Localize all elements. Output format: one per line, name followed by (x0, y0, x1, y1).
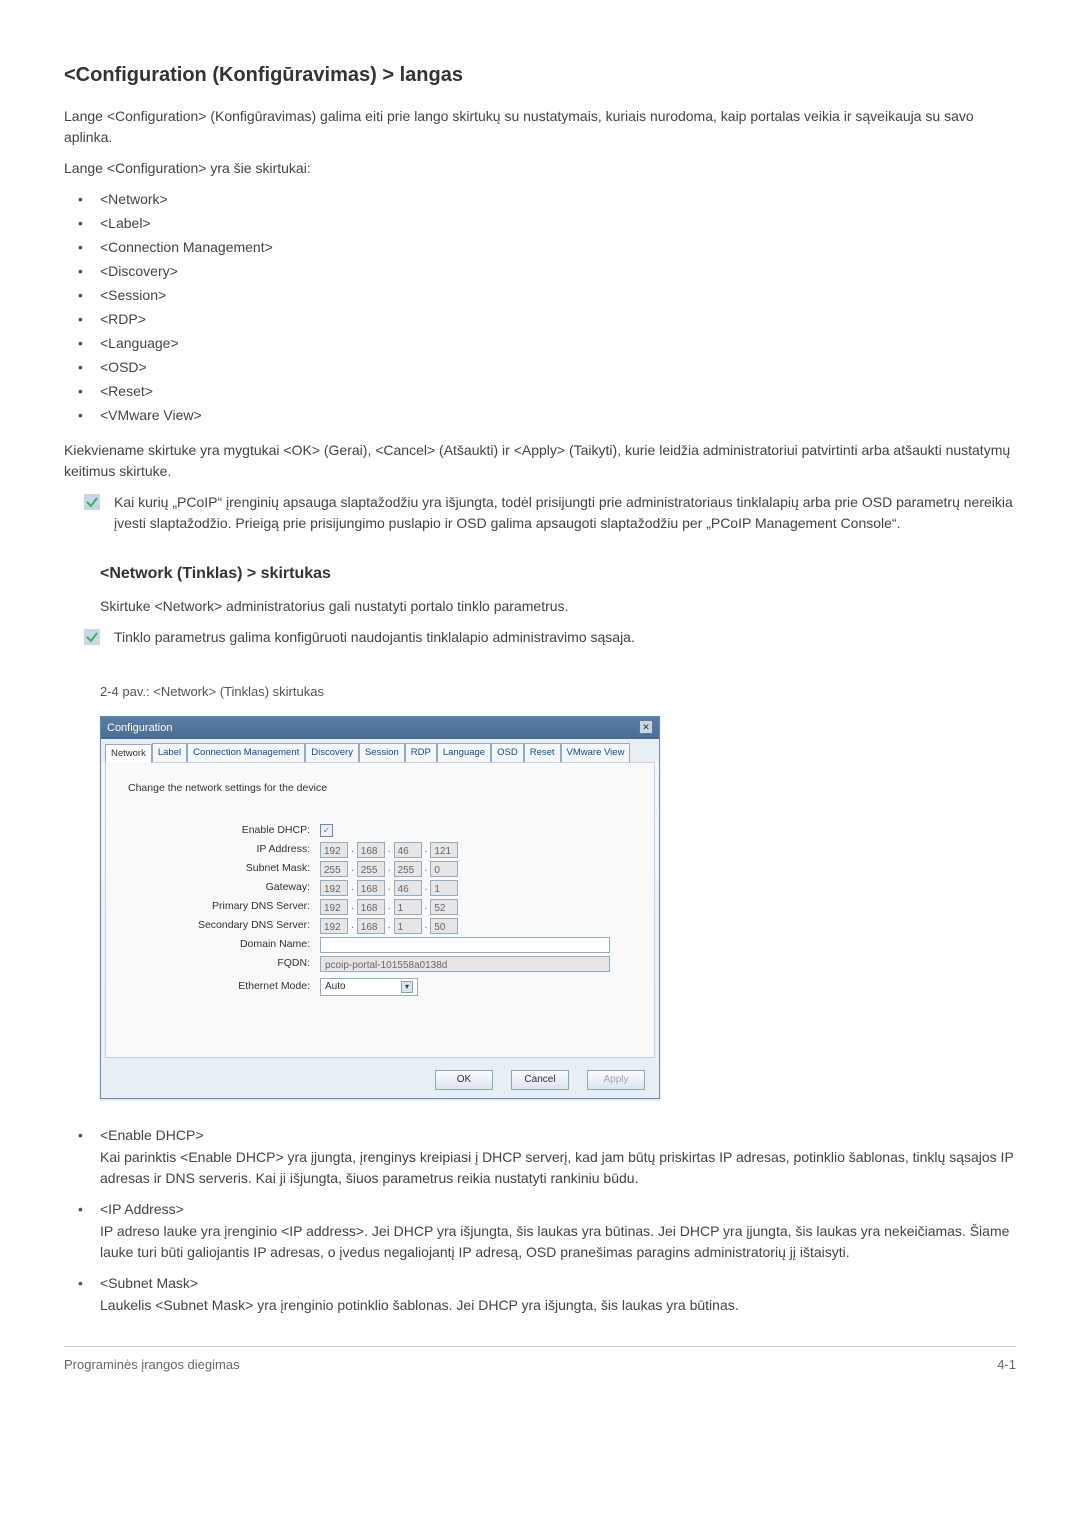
gateway-field[interactable]: 192. 168. 46. 1 (320, 880, 458, 896)
label-ethernet-mode: Ethernet Mode: (120, 979, 320, 995)
dialog-title-text: Configuration (107, 720, 172, 737)
list-item: <Connection Management> (64, 237, 1016, 258)
note-text: Tinklo parametrus galima konfigūruoti na… (114, 627, 1016, 648)
label-enable-dhcp: Enable DHCP: (120, 823, 320, 839)
list-item: <Language> (64, 333, 1016, 354)
ip-octet[interactable]: 192 (320, 842, 348, 858)
section-heading-network: <Network (Tinklas) > skirtukas (100, 562, 1016, 586)
cancel-button[interactable]: Cancel (511, 1070, 569, 1090)
ip-octet[interactable]: 168 (357, 899, 385, 915)
definition-term: <IP Address> (100, 1199, 1016, 1220)
note-icon (84, 494, 100, 510)
definition-term: <Subnet Mask> (100, 1273, 1016, 1294)
select-value: Auto (325, 979, 346, 994)
note-icon (84, 629, 100, 645)
list-item: <Network> (64, 189, 1016, 210)
dialog-titlebar: Configuration ✕ (101, 717, 659, 740)
note-text: Kai kurių „PCoIP“ įrenginių apsauga slap… (114, 492, 1016, 534)
label-primary-dns: Primary DNS Server: (120, 899, 320, 915)
ip-octet[interactable]: 192 (320, 880, 348, 896)
definition-term: <Enable DHCP> (100, 1125, 1016, 1146)
close-icon[interactable]: ✕ (639, 720, 653, 734)
apply-button[interactable]: Apply (587, 1070, 645, 1090)
ip-octet[interactable]: 52 (430, 899, 458, 915)
tab-vmware-view[interactable]: VMware View (561, 743, 631, 762)
section-paragraph: Skirtuke <Network> administratorius gali… (100, 596, 1016, 617)
definition-item: <Enable DHCP> Kai parinktis <Enable DHCP… (64, 1125, 1016, 1189)
ip-octet[interactable]: 46 (394, 842, 422, 858)
dialog-description: Change the network settings for the devi… (120, 781, 640, 797)
enable-dhcp-checkbox[interactable]: ✓ (320, 824, 333, 837)
ip-octet[interactable]: 168 (357, 842, 385, 858)
list-item: <Label> (64, 213, 1016, 234)
label-gateway: Gateway: (120, 880, 320, 896)
note-block: Tinklo parametrus galima konfigūruoti na… (64, 627, 1016, 648)
ip-address-field[interactable]: 192. 168. 46. 121 (320, 842, 458, 858)
ip-octet[interactable]: 255 (394, 861, 422, 877)
note-block: Kai kurių „PCoIP“ įrenginių apsauga slap… (64, 492, 1016, 534)
ip-octet[interactable]: 1 (394, 899, 422, 915)
ip-octet[interactable]: 168 (357, 880, 385, 896)
configuration-dialog: Configuration ✕ Network Label Connection… (100, 716, 660, 1099)
tab-rdp[interactable]: RDP (405, 743, 437, 762)
ip-octet[interactable]: 50 (430, 918, 458, 934)
secondary-dns-field[interactable]: 192. 168. 1. 50 (320, 918, 458, 934)
definitions-list: <Enable DHCP> Kai parinktis <Enable DHCP… (64, 1125, 1016, 1316)
tab-language[interactable]: Language (437, 743, 491, 762)
ip-octet[interactable]: 1 (430, 880, 458, 896)
after-list-paragraph: Kiekviename skirtuke yra mygtukai <OK> (… (64, 440, 1016, 482)
label-ip-address: IP Address: (120, 842, 320, 858)
footer-right: 4-1 (997, 1355, 1016, 1375)
page-title: <Configuration (Konfigūravimas) > langas (64, 60, 1016, 90)
dialog-button-row: OK Cancel Apply (101, 1062, 659, 1098)
ip-octet[interactable]: 0 (430, 861, 458, 877)
tab-reset[interactable]: Reset (524, 743, 561, 762)
ip-octet[interactable]: 192 (320, 899, 348, 915)
tab-session[interactable]: Session (359, 743, 405, 762)
dialog-tabstrip: Network Label Connection Management Disc… (101, 739, 659, 762)
tab-discovery[interactable]: Discovery (305, 743, 359, 762)
subnet-mask-field[interactable]: 255. 255. 255. 0 (320, 861, 458, 877)
ethernet-mode-select[interactable]: Auto ▾ (320, 978, 418, 996)
tab-osd[interactable]: OSD (491, 743, 524, 762)
ip-octet[interactable]: 1 (394, 918, 422, 934)
definition-body: IP adreso lauke yra įrenginio <IP addres… (100, 1223, 1009, 1260)
list-item: <RDP> (64, 309, 1016, 330)
chevron-down-icon[interactable]: ▾ (401, 981, 413, 993)
label-domain-name: Domain Name: (120, 937, 320, 953)
ip-octet[interactable]: 255 (357, 861, 385, 877)
tab-network[interactable]: Network (105, 744, 152, 763)
figure-caption: 2-4 pav.: <Network> (Tinklas) skirtukas (100, 682, 1016, 702)
ok-button[interactable]: OK (435, 1070, 493, 1090)
intro-paragraph-1: Lange <Configuration> (Konfigūravimas) g… (64, 106, 1016, 148)
list-item: <VMware View> (64, 405, 1016, 426)
intro-paragraph-2: Lange <Configuration> yra šie skirtukai: (64, 158, 1016, 179)
list-item: <OSD> (64, 357, 1016, 378)
ip-octet[interactable]: 46 (394, 880, 422, 896)
list-item: <Session> (64, 285, 1016, 306)
definition-item: <IP Address> IP adreso lauke yra įrengin… (64, 1199, 1016, 1263)
ip-octet[interactable]: 255 (320, 861, 348, 877)
definition-item: <Subnet Mask> Laukelis <Subnet Mask> yra… (64, 1273, 1016, 1316)
definition-body: Kai parinktis <Enable DHCP> yra įjungta,… (100, 1149, 1014, 1186)
primary-dns-field[interactable]: 192. 168. 1. 52 (320, 899, 458, 915)
definition-body: Laukelis <Subnet Mask> yra įrenginio pot… (100, 1297, 739, 1313)
list-item: <Reset> (64, 381, 1016, 402)
config-tabs-list: <Network> <Label> <Connection Management… (64, 189, 1016, 426)
ip-octet[interactable]: 192 (320, 918, 348, 934)
list-item: <Discovery> (64, 261, 1016, 282)
domain-name-field[interactable] (320, 937, 610, 953)
label-subnet-mask: Subnet Mask: (120, 861, 320, 877)
dialog-body: Change the network settings for the devi… (105, 762, 655, 1058)
fqdn-field: pcoip-portal-101558a0138d (320, 956, 610, 972)
tab-label[interactable]: Label (152, 743, 187, 762)
tab-connection-management[interactable]: Connection Management (187, 743, 305, 762)
ip-octet[interactable]: 121 (430, 842, 458, 858)
page-footer: Programinės įrangos diegimas 4-1 (64, 1346, 1016, 1375)
ip-octet[interactable]: 168 (357, 918, 385, 934)
label-secondary-dns: Secondary DNS Server: (120, 918, 320, 934)
footer-left: Programinės įrangos diegimas (64, 1355, 240, 1375)
label-fqdn: FQDN: (120, 956, 320, 972)
